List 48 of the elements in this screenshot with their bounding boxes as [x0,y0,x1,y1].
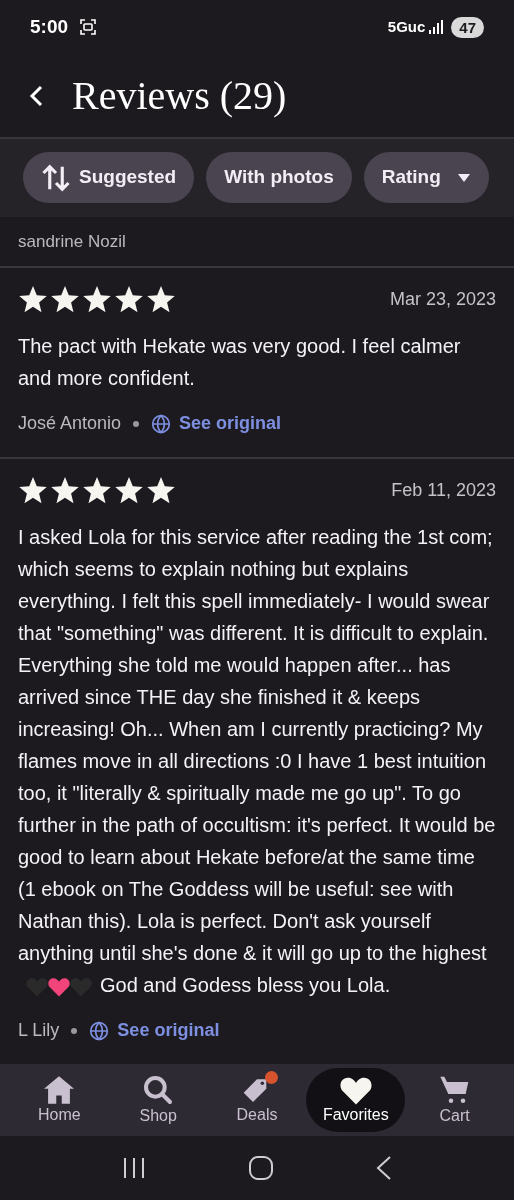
nav-tab[interactable]: Home [10,1068,109,1133]
screenshot-icon [80,19,97,36]
recent-apps-icon[interactable] [121,1156,146,1181]
review-date: Feb 11, 2023 [391,479,496,503]
nav-tab[interactable]: Cart [405,1068,504,1133]
network-label: 5Guc [387,16,426,37]
see-original-link[interactable]: See original [89,1017,220,1045]
reviewer-name: L Lily [18,1019,60,1043]
review-text: God and Godess bless you Lola. [100,974,391,997]
home-icon [42,1075,77,1106]
star-icon [18,477,48,506]
review-date: Mar 23, 2023 [389,288,496,312]
filter-chip[interactable]: Rating [363,152,489,204]
star-icon [146,477,176,506]
reviewer-name: José Antonio [18,412,122,436]
sort-icon [41,163,71,192]
heart-icon [339,1075,372,1105]
back-icon[interactable] [376,1156,393,1181]
star-icon [18,286,48,315]
heart-icon [70,977,92,997]
star-icon [82,286,112,315]
star-icon [50,477,80,506]
nav-tab[interactable]: Shop [108,1068,208,1133]
star-icon [82,477,112,506]
filter-chip[interactable]: With photos [206,152,352,204]
reviewer-name: sandrine Nozil [18,230,126,253]
back-icon [29,84,43,107]
heart-icon [26,977,48,997]
heart-icon [48,977,70,997]
star-icon [114,477,144,506]
review-text: The pact with Hekate was very good. I feel calmer and more confident. [18,335,461,390]
nav-tab[interactable]: Deals [207,1068,307,1133]
battery-indicator: 47 [451,16,484,38]
nav-tab[interactable]: Favorites [306,1068,406,1133]
star-icon [146,286,176,315]
star-icon [50,286,80,315]
page-title: Reviews (29) [72,71,287,120]
review-text: I asked Lola for this service after reading the 1st com; which seems to explain nothing but explains everything. I felt this spell immediately- I would swear that "something" was different. It is difficult to explain. Everything she told me would happen after... has arrived since THE day she finished it & keeps increasing! Oh... When am I currently practicing? My flames move in all directions :0 I have 1 best intuition too, it "literally & spiritually made me go up". To go further in the path of occultism: it's perfect. It would be good to learn about Hekate before/at the same time (1 ebook on The Goddess will be useful: see with Nathan this). Lola is perfect. Don't ask yourself anything until she's done & it will go up to the highest [18,526,496,965]
star-icon [114,286,144,315]
status-time: 5:00 [30,14,69,39]
globe-icon [89,1020,110,1041]
home-button-icon[interactable] [249,1156,273,1181]
caret-icon [456,173,471,182]
see-original-link[interactable]: See original [151,410,282,438]
filter-chip[interactable]: Suggested [23,152,195,204]
signal-icon [429,20,444,35]
globe-icon [151,413,172,434]
search-icon [142,1074,175,1107]
